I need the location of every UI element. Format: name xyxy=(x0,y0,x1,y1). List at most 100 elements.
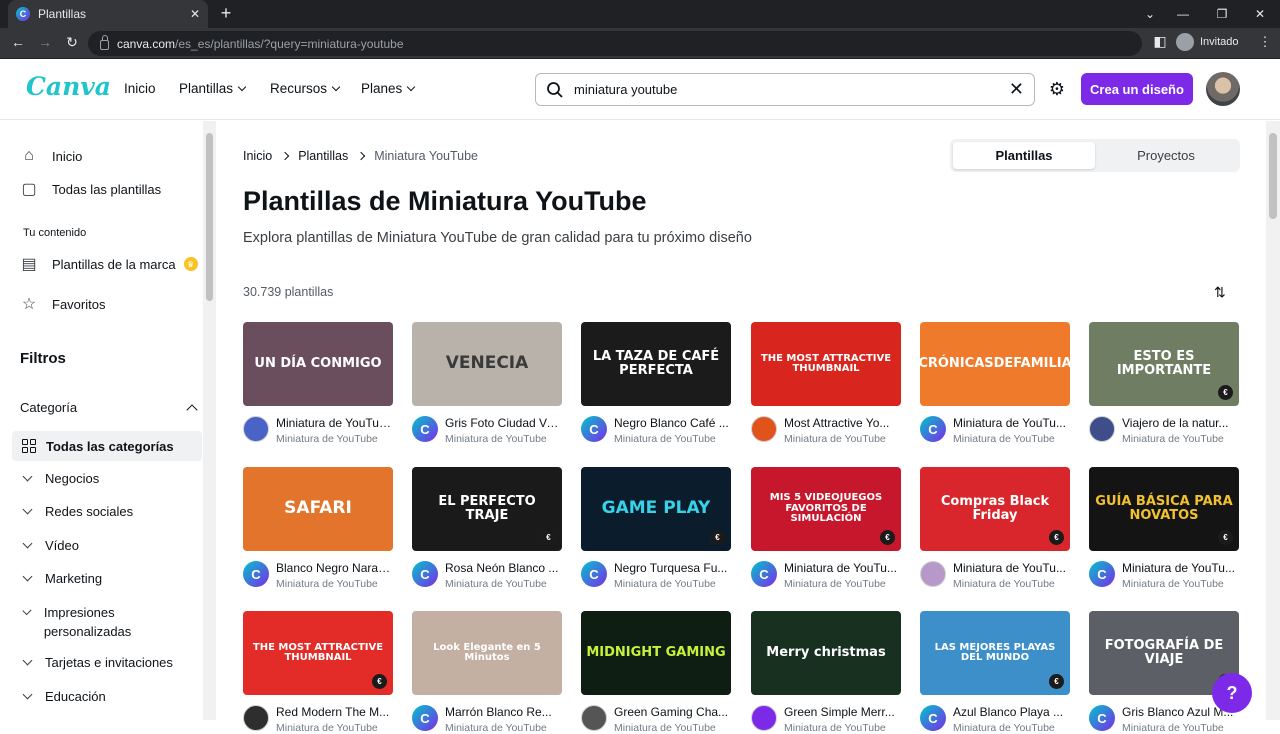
profile-button[interactable]: Invitado ⋮ xyxy=(1176,33,1272,51)
breadcrumb-link[interactable]: Inicio xyxy=(243,149,272,163)
creator-avatar[interactable] xyxy=(751,416,777,442)
template-title[interactable]: Azul Blanco Playa ... xyxy=(953,705,1070,719)
sidebar-item-inicio[interactable]: ⌂ Inicio xyxy=(20,147,82,165)
creator-avatar[interactable]: C xyxy=(581,416,607,442)
template-thumbnail[interactable]: SAFARI xyxy=(243,467,393,551)
template-title[interactable]: Green Simple Merr... xyxy=(784,705,901,719)
template-card[interactable]: CRÓNICASDEFAMILIA C Miniatura de YouTu... M… xyxy=(920,322,1070,445)
template-card[interactable]: VENECIA C Gris Foto Ciudad Ve... Miniatura … xyxy=(412,322,562,445)
template-thumbnail[interactable]: ESTO ES IMPORTANTE € xyxy=(1089,322,1239,406)
creator-avatar[interactable]: C xyxy=(920,705,946,731)
template-card[interactable]: MIDNIGHT GAMING Green Gaming Cha... Miniat… xyxy=(581,611,731,734)
template-card[interactable]: Look Elegante en 5 Minutos C Marrón Blanco… xyxy=(412,611,562,734)
all-categories-item[interactable]: Todas las categorías xyxy=(12,431,202,461)
url-field[interactable]: canva.com/es_es/plantillas/?query=miniat… xyxy=(88,31,1142,56)
template-thumbnail[interactable]: LAS MEJORES PLAYAS DEL MUNDO € xyxy=(920,611,1070,695)
canva-logo[interactable]: Canva xyxy=(26,72,111,101)
creator-avatar[interactable]: C xyxy=(581,561,607,587)
creator-avatar[interactable]: C xyxy=(412,705,438,731)
template-card[interactable]: GAME PLAY € C Negro Turquesa Fu... Miniatura… xyxy=(581,467,731,590)
template-thumbnail[interactable]: Merry christmas xyxy=(751,611,901,695)
template-title[interactable]: Viajero de la natur... xyxy=(1122,416,1239,430)
category-accordion[interactable]: Categoría xyxy=(20,400,198,416)
template-card[interactable]: EL PERFECTO TRAJE € C Rosa Neón Blanco ... M… xyxy=(412,467,562,590)
template-title[interactable]: Miniatura de YouTu... xyxy=(953,416,1070,430)
template-title[interactable]: Rosa Neón Blanco ... xyxy=(445,561,562,575)
template-card[interactable]: Merry christmas Green Simple Merr... Minia… xyxy=(751,611,901,734)
sidebar-item-plantillas-marca[interactable]: ▤ Plantillas de la marca ♛ xyxy=(20,255,198,273)
template-thumbnail[interactable]: MIS 5 VIDEOJUEGOS FAVORITOS DE SIMULACIÓ… xyxy=(751,467,901,551)
forward-icon[interactable]: → xyxy=(36,34,54,50)
creator-avatar[interactable]: C xyxy=(412,416,438,442)
template-title[interactable]: Blanco Negro Naranj... xyxy=(276,561,393,575)
template-title[interactable]: Red Modern The M... xyxy=(276,705,393,719)
creator-avatar[interactable] xyxy=(751,705,777,731)
nav-planes[interactable]: Planes xyxy=(361,81,416,96)
template-card[interactable]: THE MOST ATTRACTIVE THUMBNAIL € Red Modern… xyxy=(243,611,393,734)
search-input[interactable] xyxy=(574,82,999,97)
creator-avatar[interactable]: C xyxy=(412,561,438,587)
browser-tab[interactable]: C Plantillas ✕ xyxy=(8,0,208,28)
nav-recursos[interactable]: Recursos xyxy=(270,81,341,96)
close-tab-icon[interactable]: ✕ xyxy=(190,7,200,21)
template-card[interactable]: LAS MEJORES PLAYAS DEL MUNDO € C Azul Blanc… xyxy=(920,611,1070,734)
creator-avatar[interactable] xyxy=(581,705,607,731)
template-thumbnail[interactable]: UN DÍA CONMIGO xyxy=(243,322,393,406)
scrollbar-thumb[interactable] xyxy=(206,133,213,301)
template-card[interactable]: FOTOGRAFÍA DE VIAJE€CGris Blanco Azul M.… xyxy=(1089,611,1239,734)
sidebar-item-favoritos[interactable]: ☆ Favoritos xyxy=(20,295,106,313)
template-thumbnail[interactable]: MIDNIGHT GAMING xyxy=(581,611,731,695)
minimize-icon[interactable]: — xyxy=(1163,0,1203,28)
template-title[interactable]: Negro Turquesa Fu... xyxy=(614,561,731,575)
nav-plantillas[interactable]: Plantillas xyxy=(179,81,247,96)
sidebar-toggle-icon[interactable]: ◧ xyxy=(1151,33,1169,50)
creator-avatar[interactable] xyxy=(243,416,269,442)
tab-plantillas[interactable]: Plantillas xyxy=(953,142,1095,169)
scrollbar-thumb[interactable] xyxy=(1269,133,1277,219)
sidebar-scrollbar[interactable] xyxy=(203,121,216,720)
template-card[interactable]: SAFARI C Blanco Negro Naranj... Miniatura d… xyxy=(243,467,393,590)
template-title[interactable]: Green Gaming Cha... xyxy=(614,705,731,719)
template-title[interactable]: Miniatura de YouTu... xyxy=(953,561,1070,575)
sidebar-item-todas-plantillas[interactable]: ▢ Todas las plantillas xyxy=(20,180,161,198)
template-thumbnail[interactable]: Look Elegante en 5 Minutos xyxy=(412,611,562,695)
template-thumbnail[interactable]: CRÓNICASDEFAMILIA xyxy=(920,322,1070,406)
category-item[interactable]: Negocios xyxy=(22,469,99,488)
creator-avatar[interactable]: C xyxy=(1089,561,1115,587)
more-menu-icon[interactable]: ⋮ xyxy=(1259,34,1272,50)
creator-avatar[interactable] xyxy=(1089,416,1115,442)
category-item[interactable]: Educación xyxy=(22,687,106,706)
template-thumbnail[interactable]: THE MOST ATTRACTIVE THUMBNAIL xyxy=(751,322,901,406)
create-design-button[interactable]: Crea un diseño xyxy=(1081,73,1193,105)
creator-avatar[interactable] xyxy=(243,705,269,731)
template-thumbnail[interactable]: VENECIA xyxy=(412,322,562,406)
creator-avatar[interactable]: C xyxy=(920,416,946,442)
template-title[interactable]: Miniatura de YouTu... xyxy=(784,561,901,575)
template-thumbnail[interactable]: Compras Black Friday € xyxy=(920,467,1070,551)
creator-avatar[interactable]: C xyxy=(1089,705,1115,731)
template-thumbnail[interactable]: EL PERFECTO TRAJE € xyxy=(412,467,562,551)
tab-proyectos[interactable]: Proyectos xyxy=(1095,142,1237,169)
clear-search-icon[interactable]: ✕ xyxy=(1009,79,1024,100)
creator-avatar[interactable]: C xyxy=(751,561,777,587)
breadcrumb-link[interactable]: Plantillas xyxy=(298,149,348,163)
template-card[interactable]: LA TAZA DE CAFÉ PERFECTA C Negro Blanco Ca… xyxy=(581,322,731,445)
category-item[interactable]: Tarjetas e invitaciones xyxy=(22,653,173,672)
category-item[interactable]: Marketing xyxy=(22,569,102,588)
template-card[interactable]: MIS 5 VIDEOJUEGOS FAVORITOS DE SIMULACIÓ… xyxy=(751,467,901,590)
template-thumbnail[interactable]: LA TAZA DE CAFÉ PERFECTA xyxy=(581,322,731,406)
creator-avatar[interactable] xyxy=(920,561,946,587)
template-card[interactable]: ESTO ES IMPORTANTE € Viajero de la natur..… xyxy=(1089,322,1239,445)
template-card[interactable]: THE MOST ATTRACTIVE THUMBNAIL Most Attrac… xyxy=(751,322,901,445)
sort-icon[interactable]: ⇅ xyxy=(1214,284,1226,301)
template-title[interactable]: Miniatura de YouTube... xyxy=(276,416,393,430)
template-title[interactable]: Gris Foto Ciudad Ve... xyxy=(445,416,562,430)
template-thumbnail[interactable]: THE MOST ATTRACTIVE THUMBNAIL € xyxy=(243,611,393,695)
template-title[interactable]: Marrón Blanco Re... xyxy=(445,705,562,719)
template-title[interactable]: Miniatura de YouTu... xyxy=(1122,561,1239,575)
category-item[interactable]: Impresiones personalizadas xyxy=(22,603,174,641)
close-window-icon[interactable]: ✕ xyxy=(1240,0,1280,28)
page-scrollbar[interactable] xyxy=(1266,121,1280,720)
maximize-icon[interactable]: ❐ xyxy=(1202,0,1242,28)
template-card[interactable]: GUÍA BÁSICA PARA NOVATOS € C Miniatura de Y… xyxy=(1089,467,1239,590)
